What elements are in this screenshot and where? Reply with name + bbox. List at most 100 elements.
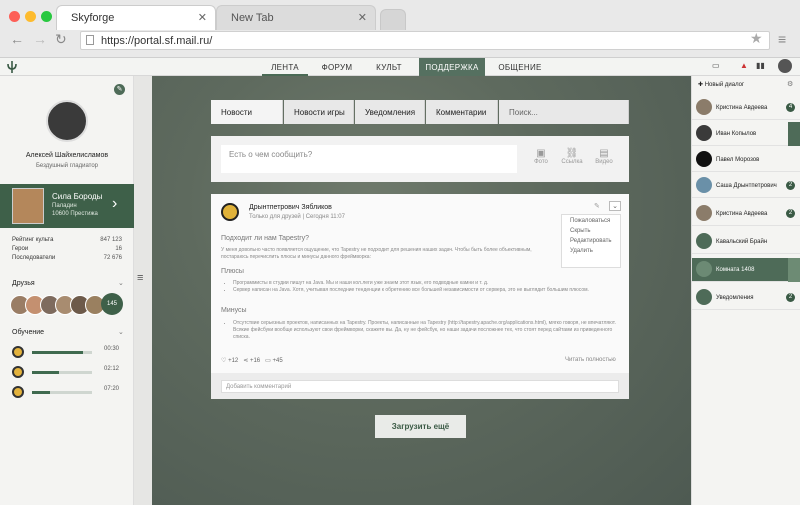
bookmark-star-icon[interactable]: ★ xyxy=(750,30,763,47)
right-sidebar: ✚ Новый диалог ⚙ Кристина Авдеева 4 Иван … xyxy=(691,76,800,505)
course-item[interactable]: 00:30 xyxy=(12,346,124,360)
hamburger-icon[interactable]: ≡ xyxy=(137,272,143,284)
avatar xyxy=(696,233,712,249)
nav-cult[interactable]: КУЛЬТ xyxy=(366,58,412,76)
messages-icon[interactable]: ▭ xyxy=(712,61,720,70)
subtab-comments[interactable]: Комментарии xyxy=(426,100,498,124)
menu-icon[interactable]: ≡ xyxy=(778,31,786,47)
video-button[interactable]: ▤ Видео xyxy=(591,148,617,165)
dialog-item[interactable]: Иван Копылов xyxy=(692,122,800,146)
menu-hide[interactable]: Скрыть xyxy=(562,228,620,238)
photo-button[interactable]: ▣ Фото xyxy=(529,148,553,165)
tab-title: New Tab xyxy=(231,12,274,24)
course-progress xyxy=(32,391,92,394)
chevron-down-icon[interactable]: ⌄ xyxy=(118,279,124,287)
comment-input[interactable]: Добавить комментарий xyxy=(221,380,619,393)
close-tab-icon[interactable]: ✕ xyxy=(358,11,367,24)
active-indicator xyxy=(788,122,800,146)
post-author[interactable]: Дрынтпетрович Зябликов xyxy=(249,204,332,211)
link-button[interactable]: ⛓ Ссылка xyxy=(559,148,585,165)
nav-chat[interactable]: ОБЩЕНИЕ xyxy=(490,58,550,76)
user-avatar[interactable] xyxy=(778,59,792,73)
dialog-item[interactable]: Кристина Авдеева 4 xyxy=(692,96,800,120)
pros-list: Программисты в студии пишут на Java. Мы … xyxy=(233,280,619,294)
browser-tab-skyforge[interactable]: Skyforge ✕ xyxy=(56,5,216,30)
subtab-game-news[interactable]: Новости игры xyxy=(284,100,354,124)
page-icon xyxy=(86,35,94,45)
guild-prestige: 10600 Престижа xyxy=(52,211,98,217)
pros-heading: Плюсы xyxy=(221,268,244,275)
browser-tab-newtab[interactable]: New Tab ✕ xyxy=(216,5,376,30)
subtab-news[interactable]: Новости xyxy=(211,100,283,124)
reload-icon[interactable]: ↻ xyxy=(55,31,67,48)
dialog-item-room[interactable]: Комната 1408 xyxy=(692,258,800,282)
menu-edit[interactable]: Редактировать xyxy=(562,238,620,248)
friends-count-badge[interactable]: 145 xyxy=(101,293,123,315)
new-tab-button[interactable] xyxy=(380,9,406,30)
course-item[interactable]: 02:12 xyxy=(12,366,124,380)
nav-feed[interactable]: ЛЕНТА xyxy=(262,58,308,76)
composer-input[interactable]: Есть о чем сообщить? xyxy=(221,145,517,173)
post-intro: У меня довольно часто появляется ощущени… xyxy=(221,247,532,260)
profile-title: Бездушный гладиатор xyxy=(35,163,99,169)
stat-cult-rating: Рейтинг культа 847 123 xyxy=(12,237,122,243)
dialog-item[interactable]: Павел Морозов xyxy=(692,148,800,172)
notifications-icon[interactable]: ▲ xyxy=(740,61,748,70)
profile-avatar[interactable] xyxy=(46,100,88,142)
subtab-notifications[interactable]: Уведомления xyxy=(355,100,425,124)
post-menu-chevron-icon[interactable]: ⌄ xyxy=(609,201,621,211)
course-item[interactable]: 07:20 xyxy=(12,386,124,400)
pin-icon[interactable]: ✎ xyxy=(594,202,600,210)
post-card: Дрынтпетрович Зябликов Только для друзей… xyxy=(211,194,629,373)
course-progress xyxy=(32,371,92,374)
search-input[interactable]: Поиск... xyxy=(499,100,629,124)
skyforge-logo-icon[interactable] xyxy=(5,60,19,74)
edit-icon[interactable]: ✎ xyxy=(114,84,125,95)
browser-chrome: Skyforge ✕ New Tab ✕ ← → ↻ https://porta… xyxy=(0,0,800,58)
guild-portrait xyxy=(12,188,44,224)
chat-room-icon xyxy=(696,261,712,277)
address-bar[interactable]: https://portal.sf.mail.ru/ xyxy=(80,31,770,50)
books-icon[interactable]: ▮▮ xyxy=(756,61,765,70)
course-icon xyxy=(12,346,24,358)
chevron-down-icon[interactable]: ⌄ xyxy=(118,328,124,336)
new-dialog-button[interactable]: ✚ Новый диалог xyxy=(698,81,744,88)
nav-forum[interactable]: ФОРУМ xyxy=(314,58,360,76)
dialog-item[interactable]: Саша Дрынтпетрович 2 xyxy=(692,174,800,198)
settings-icon[interactable]: ⚙ xyxy=(787,80,793,88)
read-more-link[interactable]: Читать полностью xyxy=(565,357,616,363)
learning-heading: Обучение xyxy=(12,329,45,336)
post-reactions: ♡ +12 ⋖ +16 ▭ +45 xyxy=(221,358,283,364)
cons-list: Отсутствие серьезных проектов, написанны… xyxy=(233,320,619,341)
close-tab-icon[interactable]: ✕ xyxy=(198,11,207,24)
share-icon[interactable]: ⋖ xyxy=(243,358,248,364)
active-indicator xyxy=(788,258,800,282)
left-sidebar: ✎ Алексей Шайхелисламов Бездушный гладиа… xyxy=(0,76,134,505)
menu-report[interactable]: Пожаловаться xyxy=(562,218,620,228)
dialog-item[interactable]: Кавальский Брайн xyxy=(692,230,800,254)
nav-support[interactable]: ПОДДЕРЖКА xyxy=(419,58,485,76)
link-icon: ⛓ xyxy=(565,148,579,159)
url-text: https://portal.sf.mail.ru/ xyxy=(101,35,213,47)
app-navbar: ЛЕНТА ФОРУМ КУЛЬТ ПОДДЕРЖКА ОБЩЕНИЕ ▭ ▲ … xyxy=(0,58,800,76)
guild-subtitle: Паладин xyxy=(52,203,77,209)
forward-icon[interactable]: → xyxy=(33,31,47,47)
post-author-avatar[interactable] xyxy=(221,203,239,221)
maximize-window-dot[interactable] xyxy=(41,11,52,22)
back-icon[interactable]: ← xyxy=(10,31,24,47)
guild-card[interactable]: Сила Бороды Паладин 10600 Престижа › xyxy=(0,184,134,228)
dialog-item-notifications[interactable]: Уведомления 2 xyxy=(692,286,800,310)
dialog-item[interactable]: Кристина Авдеева 2 xyxy=(692,202,800,226)
comment-icon[interactable]: ▭ xyxy=(265,358,271,364)
menu-delete[interactable]: Удалить xyxy=(562,248,620,258)
post-meta: Только для друзей | Сегодня 11:07 xyxy=(249,214,345,220)
plus-icon: ✚ xyxy=(698,82,704,88)
post-dropdown-menu: Пожаловаться Скрыть Редактировать Удалит… xyxy=(561,214,621,268)
load-more-button[interactable]: Загрузить ещё xyxy=(375,415,466,438)
close-window-dot[interactable] xyxy=(9,11,20,22)
avatar xyxy=(696,177,712,193)
avatar xyxy=(696,151,712,167)
minimize-window-dot[interactable] xyxy=(25,11,36,22)
heart-icon[interactable]: ♡ xyxy=(221,358,226,364)
chevron-right-icon[interactable]: › xyxy=(112,195,117,213)
